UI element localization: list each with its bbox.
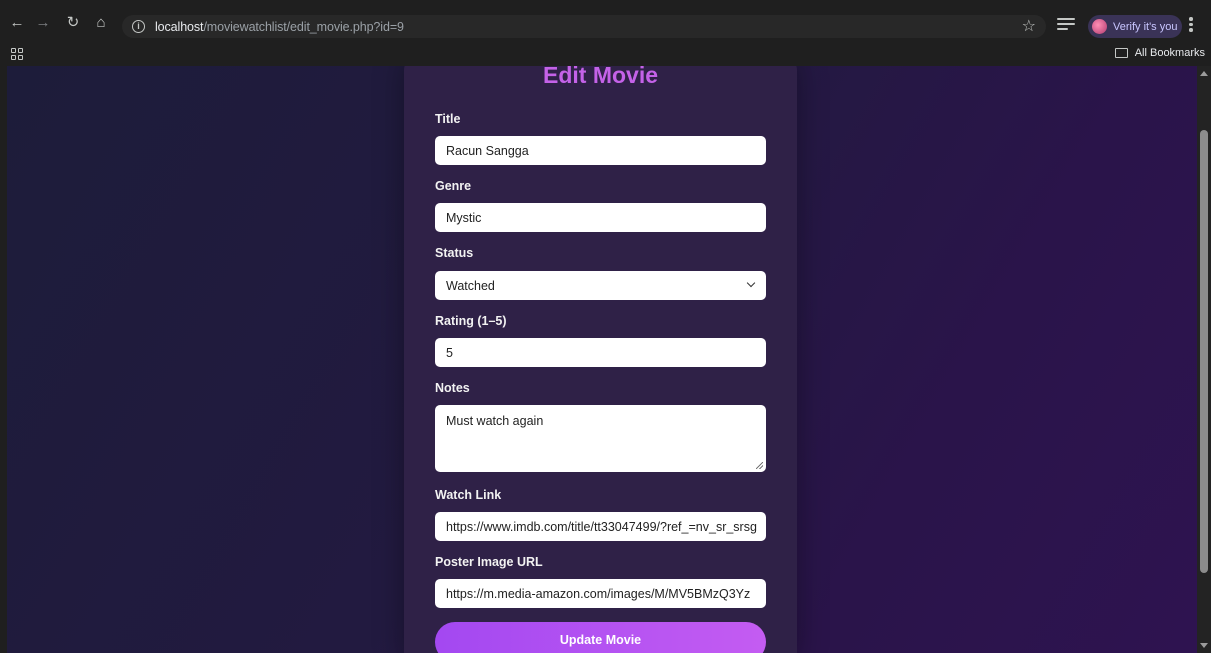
update-movie-button[interactable]: Update Movie [435,622,766,653]
scroll-up-icon[interactable] [1200,71,1208,76]
profile-label: Verify it's you [1113,20,1178,33]
watch-link-input[interactable]: https://www.imdb.com/title/tt33047499/?r… [435,512,766,541]
back-icon[interactable]: ← [6,11,28,33]
browser-toolbar: ← → ↻ ⌂ i localhost/moviewatchlist/edit_… [0,0,1211,44]
page-title: Edit Movie [542,66,658,88]
apps-icon[interactable] [11,48,23,60]
status-select[interactable]: Watched [435,271,766,300]
title-label: Title [435,112,461,126]
url-path: /moviewatchlist/edit_movie.php?id=9 [203,19,404,34]
watch-link-label: Watch Link [435,488,502,502]
notes-text: Must watch again [446,414,544,428]
profile-button[interactable]: Verify it's you [1088,15,1182,38]
scroll-down-icon[interactable] [1200,643,1208,648]
folder-icon [1114,48,1128,58]
media-controls-icon[interactable] [1057,18,1075,34]
notes-label: Notes [435,381,470,395]
status-label: Status [435,246,474,260]
address-bar[interactable]: i localhost/moviewatchlist/edit_movie.ph… [122,15,1046,38]
genre-input[interactable]: Mystic [435,203,766,232]
forward-icon[interactable]: → [32,11,54,33]
resize-handle[interactable] [756,462,763,469]
poster-url-label: Poster Image URL [435,555,543,569]
star-icon[interactable]: ☆ [1022,16,1036,36]
reload-icon[interactable]: ↻ [62,11,84,33]
avatar [1092,19,1107,34]
page-viewport: Edit Movie Title Racun Sangga Genre Myst… [7,66,1197,653]
notes-textarea[interactable]: Must watch again [435,405,766,472]
genre-label: Genre [435,179,472,193]
status-selected-value: Watched [446,278,495,293]
site-info-icon[interactable]: i [132,20,145,33]
edit-movie-card: Edit Movie Title Racun Sangga Genre Myst… [404,66,797,653]
all-bookmarks-label: All Bookmarks [1134,47,1205,59]
all-bookmarks-button[interactable]: All Bookmarks [1114,47,1205,59]
page-scrollbar[interactable] [1197,66,1211,653]
poster-url-input[interactable]: https://m.media-amazon.com/images/M/MV5B… [435,579,766,608]
menu-icon[interactable] [1189,17,1193,33]
title-input[interactable]: Racun Sangga [435,136,766,165]
bookmarks-bar: All Bookmarks [0,44,1211,66]
url-text[interactable]: localhost/moviewatchlist/edit_movie.php?… [155,20,404,34]
chevron-down-icon [746,278,756,288]
rating-input[interactable]: 5 [435,338,766,367]
url-host: localhost [155,19,204,34]
home-icon[interactable]: ⌂ [90,11,112,33]
scroll-thumb[interactable] [1200,130,1208,573]
rating-label: Rating (1–5) [435,314,507,328]
